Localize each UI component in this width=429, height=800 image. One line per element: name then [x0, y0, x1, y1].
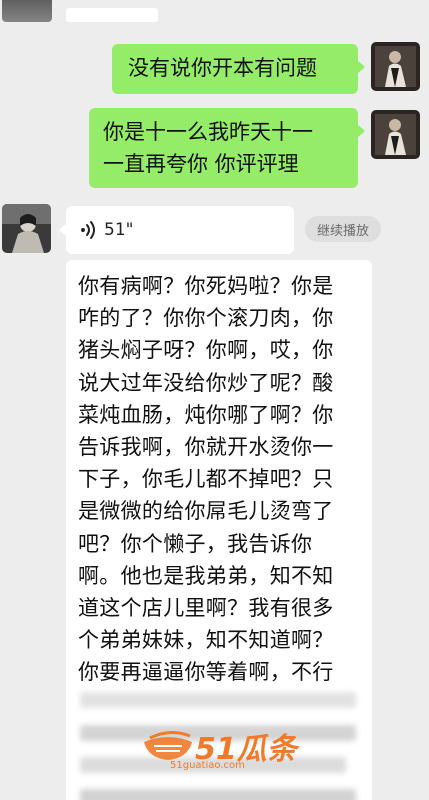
message-text: 没有说你开本有问题 — [128, 56, 317, 80]
message-line: 你是十一么我昨天十一 — [103, 120, 313, 144]
blurred-transcript-region — [66, 260, 372, 800]
voice-wave-icon — [81, 221, 95, 239]
sent-message-bubble[interactable]: 没有说你开本有问题 — [112, 44, 365, 94]
voice-message-bubble[interactable]: 51" — [59, 206, 294, 254]
bowl-logo-icon — [144, 731, 192, 760]
continue-playing-label: 继续播放 — [316, 223, 369, 239]
previous-avatar-remnant — [2, 0, 52, 22]
previous-message-remnant — [0, 0, 429, 28]
message-line: 一直再夸你 你评评理 — [103, 152, 299, 176]
continue-playing-button[interactable]: 继续播放 — [305, 216, 381, 242]
voice-transcript-bubble[interactable]: 你有病啊？你死妈啦？你是 咋的了？你你个滚刀肉，你 猪头焖子呀？你啊，哎，你 说… — [66, 260, 372, 800]
sender-avatar[interactable] — [371, 42, 420, 91]
contact-photo-icon — [2, 204, 51, 253]
previous-bubble-remnant — [66, 8, 158, 22]
contact-avatar[interactable] — [2, 204, 51, 253]
sender-avatar[interactable] — [371, 110, 420, 159]
sent-message-bubble[interactable]: 你是十一么我昨天十一 一直再夸你 你评评理 — [89, 108, 365, 188]
person-photo-icon — [371, 42, 420, 91]
watermark: 51瓜条 51guatiao.com — [140, 724, 297, 776]
voice-duration: 51" — [104, 220, 134, 240]
watermark-url: 51guatiao.com — [170, 760, 245, 771]
person-photo-icon — [371, 110, 420, 159]
